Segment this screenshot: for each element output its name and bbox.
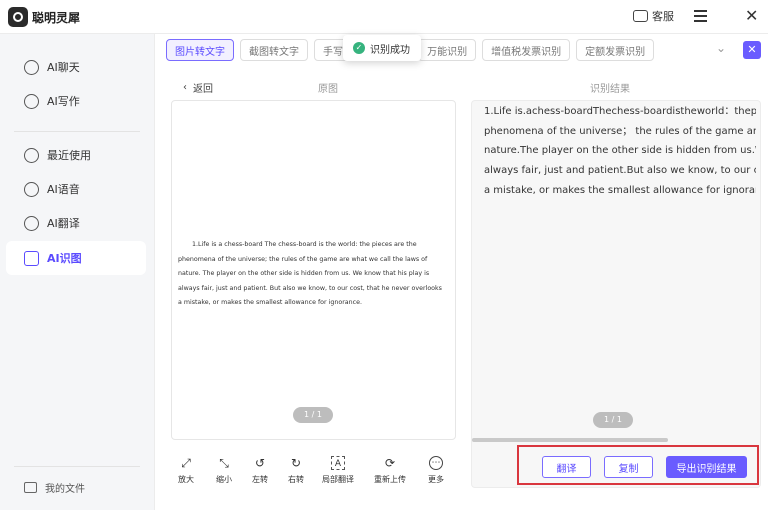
rotate-left-button[interactable]: ↺ 左转 [252,456,268,485]
success-toast: ✓ 识别成功 [343,35,421,61]
pen-icon [24,93,39,109]
sidebar-item-ai-writing[interactable]: AI写作 [6,84,146,118]
app-title: 聪明灵犀 [32,11,81,25]
tool-label: 重新上传 [374,475,406,484]
horizontal-scrollbar[interactable] [472,438,668,442]
result-line: a mistake, or makes the smallest allowan… [484,184,756,196]
tool-label: 左转 [252,475,268,484]
document-line: 1.Life is a chess-board The chess-board … [192,241,417,248]
result-line: nature.The player on the other side is h… [484,145,756,157]
result-line: 1.Life is.achess-boardThechess-boardisth… [484,106,756,117]
sidebar-item-label: AI翻译 [47,217,80,230]
rotate-right-icon: ↻ [290,456,302,470]
success-check-icon: ✓ [353,42,365,54]
chevron-down-icon[interactable]: ⌄ [716,41,726,55]
rotate-left-icon: ↺ [254,456,266,470]
close-icon[interactable]: ✕ [745,8,758,24]
sidebar-item-ai-translate[interactable]: AI翻译 [6,206,146,240]
sidebar-item-label: AI写作 [47,95,80,108]
more-button[interactable]: ⋯ 更多 [428,456,444,485]
title-bar: 聪明灵犀 客服 ✕ [0,0,768,34]
menu-icon[interactable] [694,10,707,22]
tab-universal-recognition[interactable]: 万能识别 [418,39,477,61]
result-label: 识别结果 [590,84,630,95]
document-line: always fair, just and patient. But also … [178,284,442,292]
app-logo-icon [8,7,28,27]
sidebar-item-label: 最近使用 [47,149,91,162]
collapse-panel-icon[interactable]: ✕ [743,41,761,59]
document-image: 1.Life is a chess-board The chess-board … [178,238,450,311]
result-line: phenomena of the universe； the rules of … [484,125,756,137]
zoom-in-icon: ⤢ [181,456,191,470]
sidebar-item-label: AI识图 [47,252,82,265]
original-image-panel: 1.Life is a chess-board The chess-board … [171,100,456,440]
sidebar-item-ai-image-recognition[interactable]: AI识图 [6,241,146,275]
recognized-text[interactable]: 1.Life is.achess-boardThechess-boardisth… [484,102,756,202]
sidebar-item-label: AI语音 [47,183,80,196]
support-button[interactable]: 客服 [633,8,674,24]
sidebar-divider [14,131,140,132]
result-line: always fair, just and patient.But also w… [484,165,756,177]
sidebar: AI聊天 AI写作 最近使用 AI语音 AI翻译 AI识图 [0,34,155,510]
toast-text: 识别成功 [370,44,410,56]
image-toolbar: ⤢ 放大 ⤡ 缩小 ↺ 左转 ↻ 右转 A 局部翻译 ⟳ 重新上传 ⋯ 更多 [172,456,456,492]
tab-image-to-text[interactable]: 图片转文字 [166,39,234,61]
partial-translate-button[interactable]: A 局部翻译 [322,456,354,485]
my-files-link[interactable]: 我的文件 [24,480,85,495]
tool-label: 放大 [178,475,194,484]
tool-label: 局部翻译 [322,475,354,484]
support-label: 客服 [652,10,674,23]
tool-label: 右转 [288,475,304,484]
result-page-indicator: 1 / 1 [593,412,633,428]
tool-label: 缩小 [216,475,232,484]
sidebar-item-ai-chat[interactable]: AI聊天 [6,50,146,84]
back-button[interactable]: ‹ 返回 [183,80,213,95]
chevron-left-icon: ‹ [183,82,187,93]
tool-label: 更多 [428,475,444,484]
zoom-out-button[interactable]: ⤡ 缩小 [216,456,232,485]
copy-button[interactable]: 复制 [604,456,653,478]
my-files-label: 我的文件 [45,484,85,495]
document-line: phenomena of the universe; the rules of … [178,255,428,263]
sidebar-divider [14,466,140,467]
rotate-right-button[interactable]: ↻ 右转 [288,456,304,485]
document-line: a mistake, or makes the smallest allowan… [178,299,362,306]
clock-icon [24,147,39,163]
sidebar-item-recent[interactable]: 最近使用 [6,138,146,172]
reupload-icon: ⟳ [384,456,396,470]
back-label: 返回 [193,84,213,95]
chat-bubble-icon [24,59,39,75]
more-icon: ⋯ [429,456,443,470]
tab-vat-invoice[interactable]: 增值税发票识别 [482,39,571,61]
zoom-out-icon: ⤡ [219,456,229,470]
tab-fixed-invoice[interactable]: 定额发票识别 [576,39,655,61]
reupload-button[interactable]: ⟳ 重新上传 [374,456,406,485]
export-result-button[interactable]: 导出识别结果 [666,456,747,478]
sidebar-item-label: AI聊天 [47,61,80,74]
original-page-indicator: 1 / 1 [293,407,333,423]
customer-service-icon [633,10,648,22]
translate-button[interactable]: 翻译 [542,456,591,478]
sidebar-item-ai-voice[interactable]: AI语音 [6,172,146,206]
scan-image-icon [24,250,39,266]
headphones-icon [24,181,39,197]
partial-translate-icon: A [331,456,345,470]
document-line: nature. The player on the other side is … [178,270,430,277]
zoom-in-button[interactable]: ⤢ 放大 [178,456,194,485]
tab-screenshot-to-text[interactable]: 截图转文字 [240,39,308,61]
original-image-label: 原图 [318,84,338,95]
translate-icon [24,215,39,231]
folder-icon [24,482,37,493]
